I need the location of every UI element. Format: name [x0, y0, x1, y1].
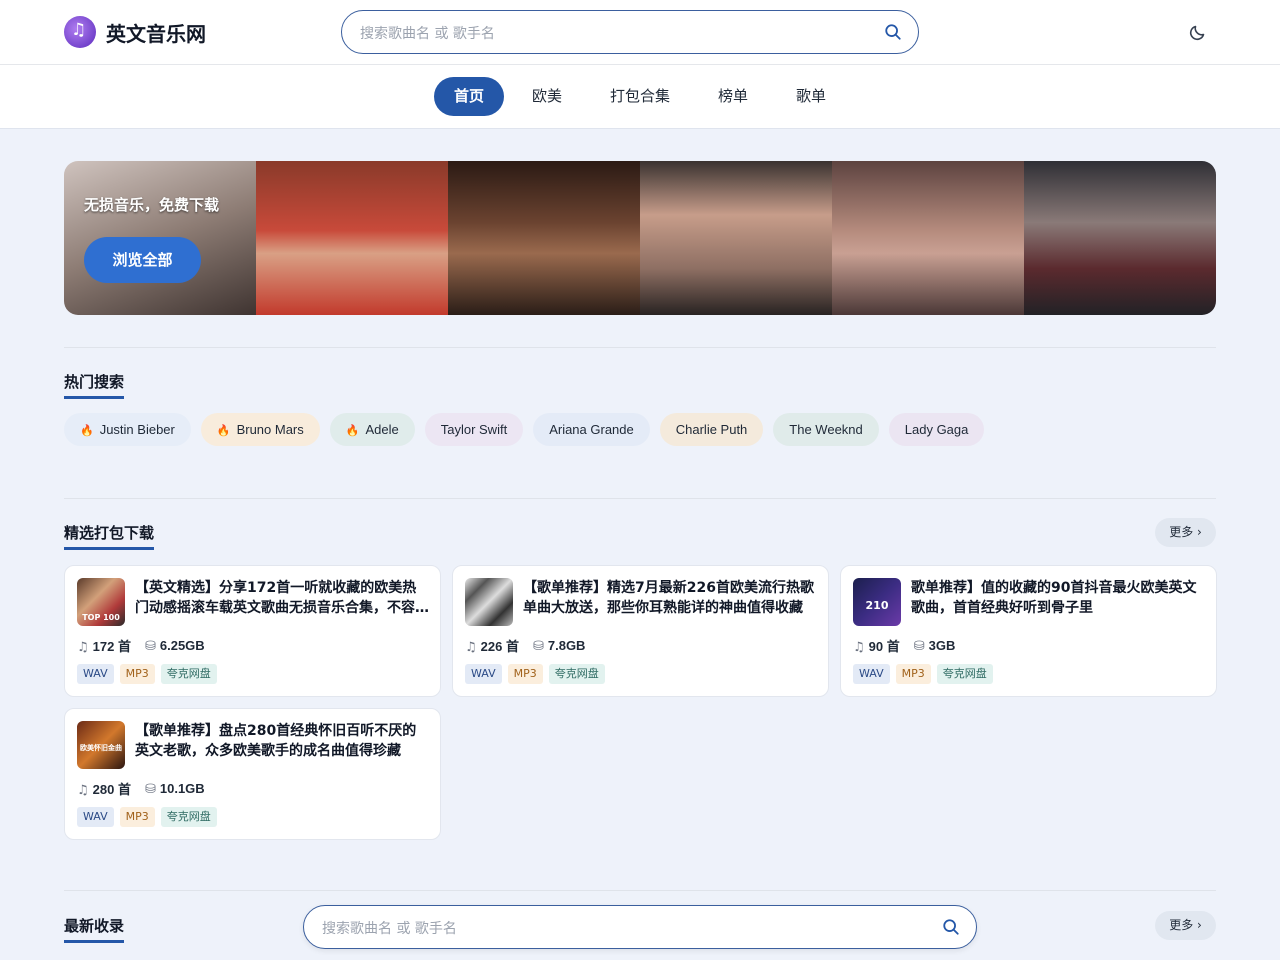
fire-icon: 🔥 [345, 424, 360, 437]
banner-image [256, 161, 448, 315]
database-icon: ⛁ [144, 781, 156, 797]
hot-tag[interactable]: 🔥 Adele [329, 413, 415, 446]
banner-image [1024, 161, 1216, 315]
pack-meta: ♫ 226 首 ⛁ 7.8GB [465, 636, 586, 656]
quark-drive-badge: 夸克网盘 [160, 664, 217, 684]
browse-all-button[interactable]: 浏览全部 [84, 237, 201, 283]
hot-search-title: 热门搜索 [64, 371, 125, 399]
pack-thumbnail: 210 [853, 578, 901, 626]
banner-image [448, 161, 640, 315]
search-input[interactable]: 搜索歌曲名 或 歌手名 [341, 10, 919, 54]
pack-thumbnail: TOP 100 [77, 578, 125, 626]
format-badges: WAV MP3 夸克网盘 [77, 807, 217, 827]
hot-tag[interactable]: Lady Gaga [888, 413, 985, 446]
format-badges: WAV MP3 夸克网盘 [853, 664, 993, 684]
nav-item-western[interactable]: 欧美 [512, 77, 582, 116]
pack-card[interactable]: 【歌单推荐】精选7月最新226首欧美流行热歌单曲大放送，那些你耳熟能详的神曲值得… [452, 565, 829, 697]
wav-badge: WAV [465, 664, 502, 684]
search-placeholder: 搜索歌曲名 或 歌手名 [360, 26, 495, 42]
quark-drive-badge: 夸克网盘 [160, 807, 217, 827]
banner-image [832, 161, 1024, 315]
format-badges: WAV MP3 夸克网盘 [77, 664, 217, 684]
wav-badge: WAV [77, 807, 114, 827]
section-divider [64, 498, 1216, 499]
hot-tag[interactable]: Taylor Swift [424, 413, 524, 446]
fire-icon: 🔥 [216, 424, 231, 437]
track-count: 172 首 [92, 639, 131, 654]
pack-title[interactable]: 【歌单推荐】盘点280首经典怀旧百听不厌的英文老歌，众多欧美歌手的成名曲值得珍藏 [135, 721, 430, 761]
site-logo[interactable]: 英文音乐网 [64, 16, 206, 48]
floating-search-input[interactable]: 搜索歌曲名 或 歌手名 [303, 905, 977, 949]
pack-size: 10.1GB [159, 780, 205, 796]
fire-icon: 🔥 [80, 424, 94, 437]
site-header: 英文音乐网 搜索歌曲名 或 歌手名 [0, 0, 1280, 65]
pack-title[interactable]: 【歌单推荐】精选7月最新226首欧美流行热歌单曲大放送，那些你耳熟能详的神曲值得… [523, 578, 818, 618]
pack-size: 7.8GB [547, 637, 586, 653]
wav-badge: WAV [853, 664, 890, 684]
database-icon: ⛁ [913, 638, 925, 654]
pack-card[interactable]: 210 歌单推荐】值的收藏的90首抖音最火欧美英文歌曲，首首经典好听到骨子里 ♫… [840, 565, 1217, 697]
pack-thumbnail: 欧美怀旧金曲 [77, 721, 125, 769]
track-count: 280 首 [92, 782, 131, 797]
banner-image [640, 161, 832, 315]
track-count: 226 首 [480, 639, 519, 654]
pack-meta: ♫ 90 首 ⛁ 3GB [853, 636, 956, 656]
nav-item-charts[interactable]: 榜单 [698, 77, 768, 116]
packs-title: 精选打包下载 [64, 522, 155, 550]
music-note-icon: ♫ [853, 640, 865, 655]
moon-icon[interactable] [1188, 22, 1208, 42]
hot-tag[interactable]: Ariana Grande [533, 413, 650, 446]
pack-title[interactable]: 【英文精选】分享172首一听就收藏的欧美热门动感摇滚车载英文歌曲无损音乐合集，不… [135, 578, 430, 618]
pack-meta: ♫ 172 首 ⛁ 6.25GB [77, 636, 205, 656]
music-note-icon: ♫ [77, 640, 89, 655]
quark-drive-badge: 夸克网盘 [936, 664, 993, 684]
pack-meta: ♫ 280 首 ⛁ 10.1GB [77, 779, 205, 799]
nav-item-playlists[interactable]: 歌单 [776, 77, 846, 116]
pack-size: 3GB [928, 637, 956, 653]
packs-more-button[interactable]: 更多 › [1155, 518, 1216, 547]
mp3-badge: MP3 [507, 664, 543, 684]
track-count: 90 首 [868, 639, 900, 654]
pack-card[interactable]: TOP 100 【英文精选】分享172首一听就收藏的欧美热门动感摇滚车载英文歌曲… [64, 565, 441, 697]
section-divider [64, 347, 1216, 348]
wav-badge: WAV [77, 664, 114, 684]
pack-card[interactable]: 欧美怀旧金曲 【歌单推荐】盘点280首经典怀旧百听不厌的英文老歌，众多欧美歌手的… [64, 708, 441, 840]
nav-item-bundles[interactable]: 打包合集 [590, 77, 690, 116]
search-placeholder: 搜索歌曲名 或 歌手名 [322, 921, 457, 937]
mp3-badge: MP3 [895, 664, 931, 684]
pack-title[interactable]: 歌单推荐】值的收藏的90首抖音最火欧美英文歌曲，首首经典好听到骨子里 [911, 578, 1206, 618]
mp3-badge: MP3 [119, 664, 155, 684]
database-icon: ⛁ [144, 638, 156, 654]
logo-icon [64, 16, 96, 48]
quark-drive-badge: 夸克网盘 [548, 664, 605, 684]
music-note-icon: ♫ [77, 783, 89, 798]
nav-item-home[interactable]: 首页 [434, 77, 505, 116]
hot-search-tags: 🔥 Justin Bieber 🔥 Bruno Mars 🔥 Adele Taylor… [64, 413, 985, 446]
pack-size: 6.25GB [159, 637, 205, 653]
latest-title: 最新收录 [64, 915, 125, 943]
search-icon[interactable] [884, 23, 902, 41]
main-nav: 首页 欧美 打包合集 榜单 歌单 [0, 65, 1280, 129]
hot-tag[interactable]: 🔥 Bruno Mars [200, 413, 320, 446]
section-divider [64, 890, 1216, 891]
database-icon: ⛁ [532, 638, 544, 654]
hot-tag[interactable]: 🔥 Justin Bieber [64, 413, 191, 446]
hero-banner [64, 161, 1216, 315]
banner-tagline: 无损音乐，免费下载 [84, 196, 220, 214]
hot-tag[interactable]: The Weeknd [773, 413, 879, 446]
music-note-icon: ♫ [465, 640, 477, 655]
format-badges: WAV MP3 夸克网盘 [465, 664, 605, 684]
site-name: 英文音乐网 [106, 21, 206, 46]
hot-tag[interactable]: Charlie Puth [659, 413, 764, 446]
search-icon[interactable] [942, 918, 960, 936]
mp3-badge: MP3 [119, 807, 155, 827]
latest-more-button[interactable]: 更多 › [1155, 911, 1216, 940]
pack-thumbnail [465, 578, 513, 626]
